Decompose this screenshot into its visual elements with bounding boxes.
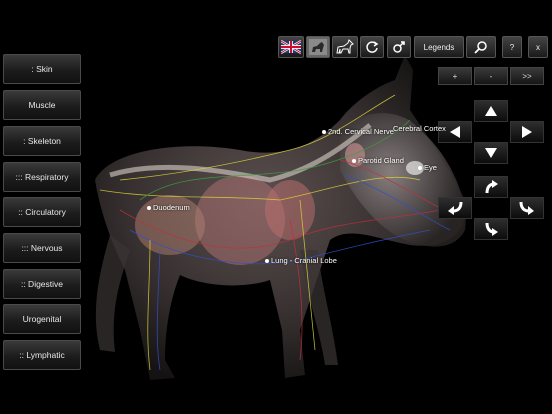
label-pin	[265, 259, 269, 264]
rotate-left-button[interactable]	[438, 197, 472, 219]
language-button[interactable]	[278, 36, 304, 58]
search-icon	[474, 41, 487, 54]
next-label: >>	[522, 71, 532, 81]
sidebar-item-label: ::: Respiratory	[15, 172, 69, 182]
rotate-down-button[interactable]	[474, 218, 508, 240]
legends-button[interactable]: Legends	[414, 36, 464, 58]
reset-rotate-icon	[366, 41, 379, 53]
close-button[interactable]: x	[528, 36, 548, 58]
sidebar-item-circulatory[interactable]: :: Circulatory	[3, 197, 81, 227]
rotate-up-icon	[485, 180, 498, 194]
help-label: ?	[509, 42, 515, 52]
dog-photo-button[interactable]	[306, 36, 330, 58]
sidebar-item-nervous[interactable]: ::: Nervous	[3, 233, 81, 263]
sidebar-item-skin[interactable]: : Skin	[3, 54, 81, 84]
anatomy-label[interactable]: Duodenum	[147, 203, 190, 212]
sidebar-item-label: : Skin	[31, 64, 53, 74]
rotate-left-icon	[448, 201, 463, 215]
sidebar-item-label: ::: Nervous	[21, 243, 63, 253]
anatomy-label[interactable]: Parotid Gland	[352, 156, 404, 165]
rotate-down-icon	[485, 222, 498, 236]
gender-button[interactable]	[387, 36, 411, 58]
rotate-right-icon	[519, 201, 534, 215]
label-pin	[352, 159, 356, 164]
help-button[interactable]: ?	[502, 36, 522, 58]
sidebar-item-respiratory[interactable]: ::: Respiratory	[3, 162, 81, 192]
legends-label: Legends	[423, 42, 455, 52]
anatomy-label[interactable]: Cerebral Cortex	[393, 124, 446, 133]
next-button[interactable]: >>	[510, 67, 544, 85]
move-down-button[interactable]	[474, 142, 508, 164]
sidebar-item-lymphatic[interactable]: :: Lymphatic	[3, 340, 81, 370]
sidebar-item-label: Muscle	[28, 100, 56, 110]
move-right-button[interactable]	[510, 121, 544, 143]
anatomy-label-text: Parotid Gland	[358, 156, 404, 165]
reset-rotate-button[interactable]	[360, 36, 384, 58]
anatomy-label-text: Duodenum	[153, 203, 190, 212]
arrow-up-icon	[485, 106, 497, 116]
anatomy-label-text: Lung - Cranial Lobe	[271, 256, 337, 265]
anatomy-label[interactable]: 2nd. Cervical Nerve	[322, 127, 394, 136]
label-pin	[322, 130, 326, 135]
label-pin	[147, 206, 151, 211]
arrow-right-icon	[522, 126, 532, 138]
move-up-button[interactable]	[474, 100, 508, 122]
sidebar-item-skeleton[interactable]: : Skeleton	[3, 126, 81, 156]
search-button[interactable]	[466, 36, 496, 58]
dog-photo-icon	[309, 39, 327, 55]
sidebar-item-muscle[interactable]: Muscle	[3, 90, 81, 120]
sidebar-item-label: :: Circulatory	[18, 207, 66, 217]
arrow-left-icon	[450, 126, 460, 138]
sidebar-item-urogenital[interactable]: Urogenital	[3, 304, 81, 334]
label-pin	[418, 166, 422, 171]
anatomy-label[interactable]: Lung - Cranial Lobe	[265, 256, 337, 265]
sidebar-item-digestive[interactable]: :: Digestive	[3, 269, 81, 299]
zoom-in-button[interactable]: +	[438, 67, 472, 85]
sidebar-item-label: : Skeleton	[23, 136, 61, 146]
anatomy-label-text: Eye	[424, 163, 437, 172]
arrow-down-icon	[485, 148, 497, 158]
dog-silhouette-icon	[336, 39, 354, 54]
close-label: x	[536, 42, 540, 52]
rotate-right-button[interactable]	[510, 197, 544, 219]
uk-flag-icon	[281, 40, 301, 54]
sidebar-item-label: Urogenital	[22, 314, 62, 324]
rotate-up-button[interactable]	[474, 176, 508, 198]
sidebar-item-label: :: Digestive	[20, 279, 64, 289]
anatomy-label[interactable]: Eye	[418, 163, 437, 172]
sidebar-item-label: :: Lymphatic	[19, 350, 65, 360]
male-symbol-icon	[393, 41, 405, 53]
zoom-out-button[interactable]: -	[474, 67, 508, 85]
dog-silhouette-button[interactable]	[332, 36, 358, 58]
anatomy-label-text: Cerebral Cortex	[393, 124, 446, 133]
anatomy-label-text: 2nd. Cervical Nerve	[328, 127, 394, 136]
zoom-in-label: +	[452, 71, 458, 81]
zoom-out-label: -	[489, 71, 493, 81]
